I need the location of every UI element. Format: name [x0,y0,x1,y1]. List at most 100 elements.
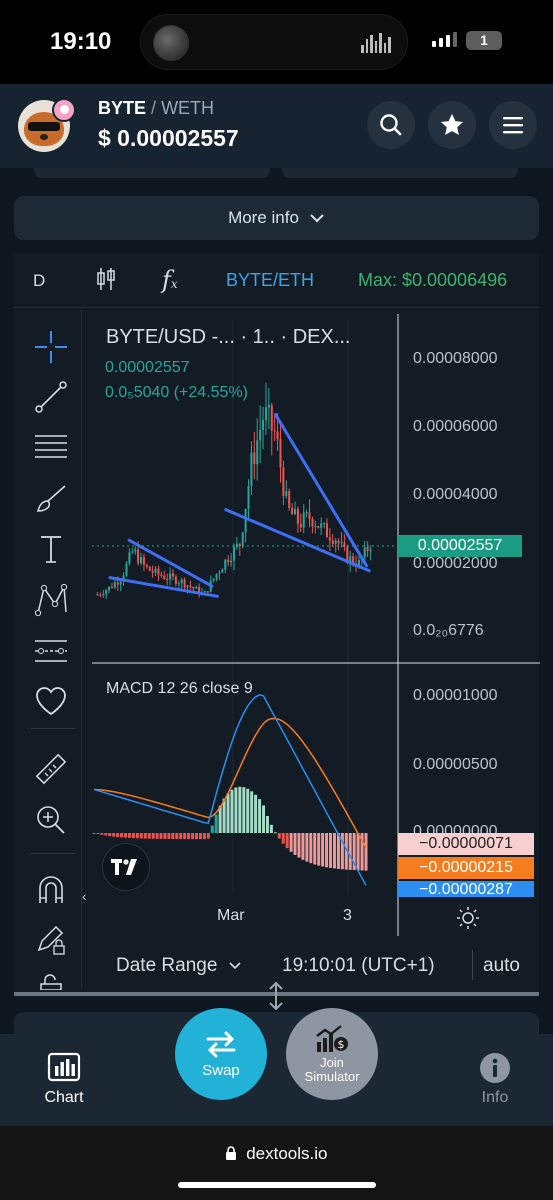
price-axis-label: 0.00004000 [413,486,498,503]
candle-body [323,523,326,525]
macd-histogram-bar [135,833,139,839]
resize-arrows-icon[interactable] [266,981,286,1016]
candle-body [227,559,230,563]
info-icon [480,1053,510,1083]
time-axis-label: 3 [343,907,352,924]
candle-body [311,519,314,527]
macd-histogram-bar [265,815,269,833]
macd-histogram-bar [364,833,368,871]
price-axis-label: 0.0₂₀6776 [413,622,484,639]
candle-body [302,512,305,528]
macd-histogram-bar [171,833,175,840]
macd-axis-label: 0.00001000 [413,687,498,704]
url-text: dextools.io [246,1144,328,1163]
macd-signal-tag: −0.00000215 [398,857,534,879]
candle-body [337,540,340,544]
candle-body [160,574,163,577]
macd-histogram-bar [269,824,273,833]
candle-body [142,556,145,565]
candle-body [212,578,215,581]
candle-body [137,549,140,564]
candle-body [140,556,143,564]
macd-histogram-bar [254,794,258,833]
candle-body [363,547,366,558]
macd-legend[interactable]: MACD 12 26 close 9 [106,680,253,698]
macd-histogram-bar [100,833,104,835]
url-field[interactable]: dextools.io [0,1144,553,1164]
nav-info-label: Info [481,1089,509,1106]
nav-info[interactable]: Info [455,1052,535,1107]
date-range-button[interactable]: Date Range [116,955,241,977]
chart-legend-title[interactable]: BYTE/USD -... · 1.. · DEX... [106,326,350,349]
macd-histogram-bar [120,833,124,838]
tradingview-logo[interactable] [102,843,150,891]
candle-body [224,559,227,570]
macd-histogram-bar [210,825,214,833]
macd-histogram-bar [194,833,198,840]
macd-histogram-bar [151,833,155,839]
sun-icon [457,907,479,929]
candle-body [273,430,276,432]
candle-body [102,594,105,596]
macd-histogram-bar [127,833,131,838]
candle-body [221,569,224,573]
macd-histogram-bar [242,787,246,833]
candle-body [369,549,372,552]
macd-histogram-bar [293,833,297,855]
timezone-clock[interactable]: 19:10:01 (UTC+1) [282,955,435,977]
candle-body [247,486,250,510]
candle-body [134,549,137,552]
candle-body [148,566,151,571]
candle-body [145,564,148,567]
candle-body [131,551,134,553]
candle-body [262,420,265,431]
macd-signal-line [93,717,367,849]
candle-body [163,576,166,579]
candle-body [288,490,291,508]
candle-body [218,572,221,574]
macd-histogram-bar [336,833,340,869]
chart-legend-change: 0.0₅5040 (+24.55%) [105,384,248,401]
nav-chart[interactable]: Chart [24,1052,104,1107]
macd-histogram-bar [202,833,206,840]
candle-body [96,594,99,596]
candle-body [328,537,331,541]
macd-histogram-bar [313,833,317,865]
home-indicator [178,1182,376,1188]
join-simulator-button[interactable]: $ Join Simulator [286,1008,378,1100]
candle-body [282,467,285,497]
svg-text:$: $ [338,1038,345,1051]
candle-body [119,581,122,585]
macd-histogram-bar [273,832,277,834]
candle-body [250,452,253,487]
candle-body [320,523,323,528]
settings-button[interactable] [456,906,480,935]
candle-body [340,542,343,544]
macd-histogram-bar [159,833,163,839]
macd-histogram-bar [112,833,116,837]
macd-histogram-bar [230,789,234,833]
macd-histogram-bar [297,833,301,858]
macd-histogram-bar [258,799,262,833]
candle-body [285,490,288,497]
candle-body [279,439,282,468]
candle-body [366,547,369,552]
candle-body [180,579,183,584]
candle-body [276,431,279,440]
candle-body [334,540,337,544]
lock-icon [226,1146,237,1160]
date-range-label: Date Range [116,955,218,976]
auto-scale-toggle[interactable]: auto [483,955,520,977]
candle-body [259,430,262,441]
macd-histogram-bar [277,833,281,839]
candle-body [166,578,169,580]
candle-body [183,579,186,588]
swap-button[interactable]: Swap [175,1008,267,1100]
macd-histogram-bar [175,833,179,840]
candle-body [177,583,180,585]
macd-histogram-bar [238,786,242,833]
candle-body [195,586,198,589]
macd-histogram-bar [321,833,325,867]
macd-histogram-bar [155,833,159,839]
macd-histogram-bar [96,833,100,834]
